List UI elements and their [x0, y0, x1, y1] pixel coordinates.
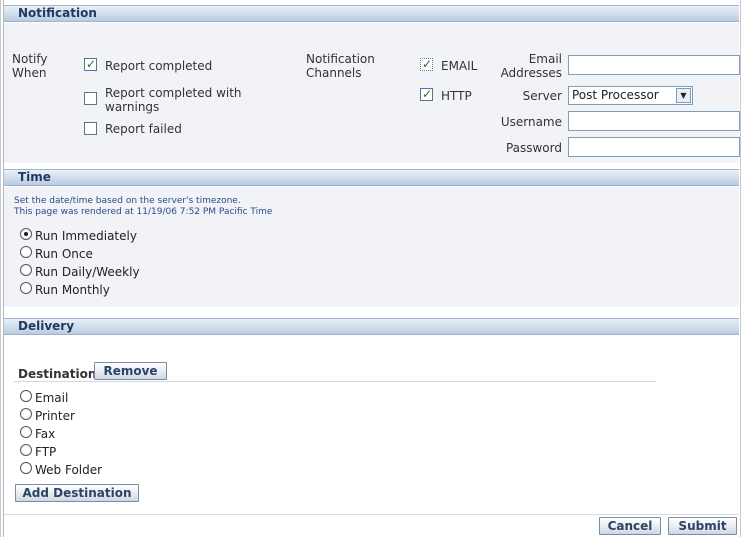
- ftp-destination-radio[interactable]: [20, 444, 32, 456]
- fax-destination-radio[interactable]: [20, 426, 32, 438]
- run-daily-weekly-radio[interactable]: [20, 264, 32, 276]
- render-time-hint: This page was rendered at 11/19/06 7:52 …: [14, 207, 273, 217]
- report-warnings-label: Report completed with warnings: [105, 86, 242, 114]
- email-destination-radio[interactable]: [20, 390, 32, 402]
- server-select[interactable]: Post Processor ▼: [568, 86, 693, 105]
- chevron-down-icon[interactable]: ▼: [676, 88, 691, 103]
- username-input[interactable]: [568, 111, 740, 131]
- http-channel-checkbox[interactable]: ✓: [420, 87, 433, 101]
- fax-destination-label: Fax: [35, 427, 56, 441]
- web-folder-destination-radio[interactable]: [20, 462, 32, 474]
- email-channel-label: EMAIL: [441, 59, 478, 73]
- run-once-radio[interactable]: [20, 246, 32, 258]
- email-addresses-input[interactable]: [568, 55, 740, 75]
- time-header: Time: [4, 169, 739, 186]
- web-folder-destination-label: Web Folder: [35, 463, 103, 477]
- run-daily-weekly-label: Run Daily/Weekly: [35, 265, 140, 279]
- report-completed-label: Report completed: [105, 59, 213, 73]
- cancel-button[interactable]: Cancel: [599, 517, 661, 535]
- check-icon: ✓: [422, 57, 433, 71]
- email-channel-checkbox[interactable]: ✓: [420, 57, 433, 71]
- check-icon: ✓: [86, 57, 97, 71]
- server-label: Server: [522, 89, 562, 103]
- password-input[interactable]: [568, 137, 740, 157]
- check-icon: ✓: [422, 87, 433, 101]
- http-channel-label: HTTP: [441, 89, 472, 103]
- notification-channels-label: Notification Channels: [306, 52, 375, 80]
- run-once-label: Run Once: [35, 247, 93, 261]
- server-select-value: Post Processor: [572, 88, 659, 102]
- username-label: Username: [500, 115, 562, 129]
- remove-button[interactable]: Remove: [94, 362, 167, 380]
- report-failed-checkbox[interactable]: [84, 122, 97, 135]
- printer-destination-label: Printer: [35, 409, 75, 423]
- delivery-header: Delivery: [4, 318, 739, 335]
- email-addresses-label: Email Addresses: [500, 52, 562, 80]
- email-destination-label: Email: [35, 391, 69, 405]
- notify-when-label: Notify When: [12, 52, 48, 80]
- submit-button[interactable]: Submit: [668, 517, 737, 535]
- notification-header: Notification: [4, 5, 739, 22]
- password-label: Password: [505, 141, 562, 155]
- run-immediately-label: Run Immediately: [35, 229, 137, 243]
- report-completed-checkbox[interactable]: ✓: [84, 57, 97, 71]
- destination-label: Destination: [18, 367, 97, 381]
- run-monthly-label: Run Monthly: [35, 283, 110, 297]
- report-warnings-checkbox[interactable]: [84, 92, 97, 105]
- destination-divider: [14, 381, 656, 382]
- printer-destination-radio[interactable]: [20, 408, 32, 420]
- run-monthly-radio[interactable]: [20, 282, 32, 294]
- add-destination-button[interactable]: Add Destination: [15, 484, 139, 502]
- report-failed-label: Report failed: [105, 122, 182, 136]
- timezone-hint: Set the date/time based on the server's …: [14, 196, 241, 206]
- run-immediately-radio[interactable]: [20, 228, 32, 240]
- ftp-destination-label: FTP: [35, 445, 57, 459]
